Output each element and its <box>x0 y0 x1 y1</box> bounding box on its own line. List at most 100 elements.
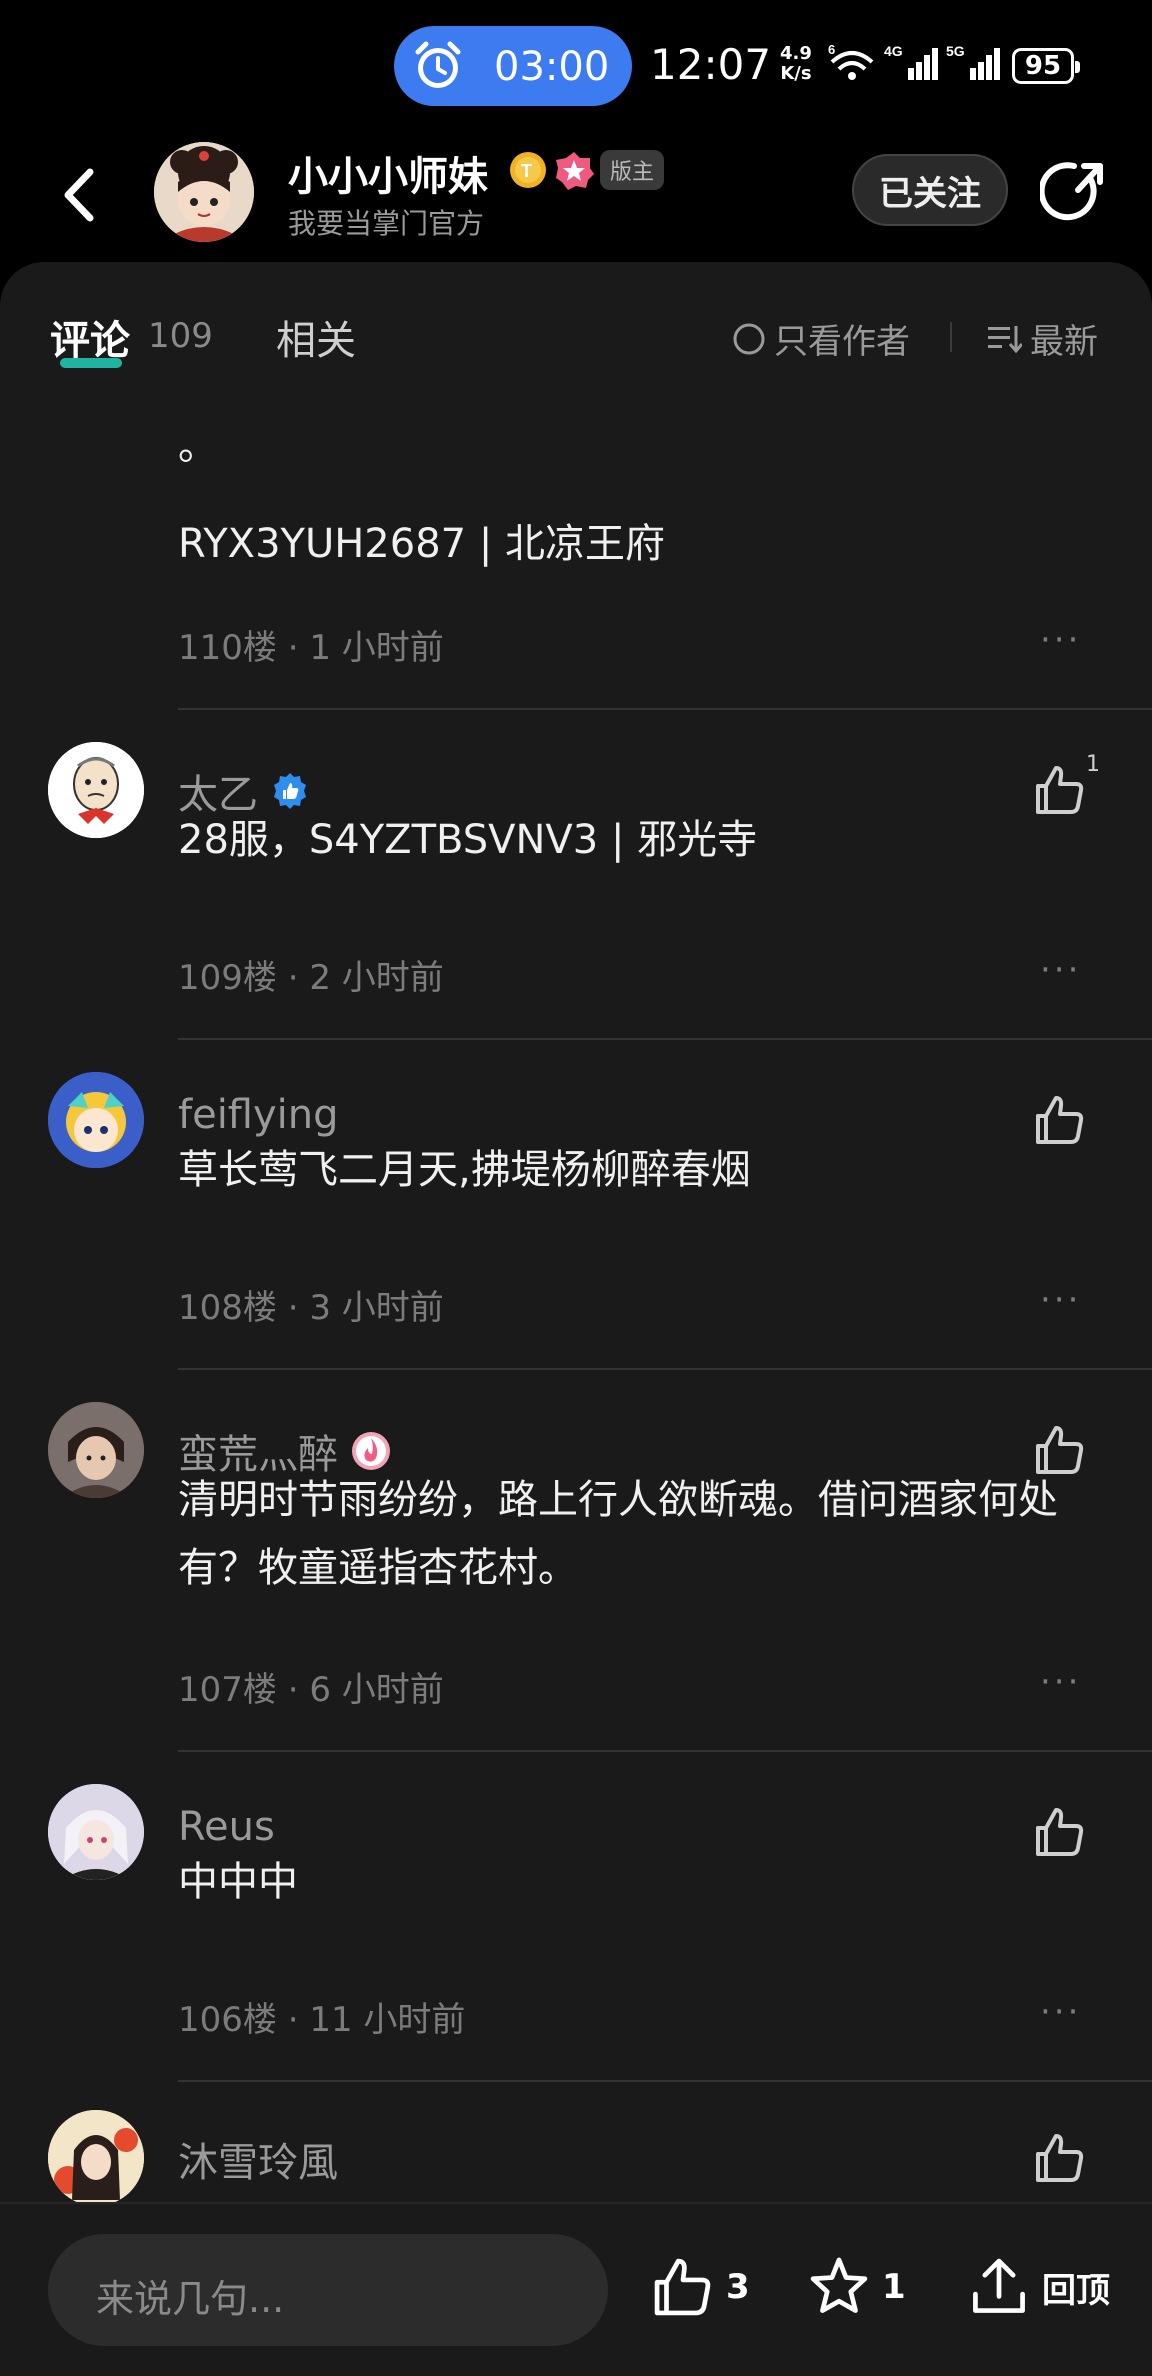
signal1-label: 4G <box>884 43 903 59</box>
net-speed-unit: K/s <box>780 63 812 84</box>
avatar[interactable] <box>48 1402 144 1498</box>
verified-icon <box>274 773 306 809</box>
signal-icon: 4G <box>884 43 938 80</box>
comment-input[interactable]: 来说几句... <box>48 2234 608 2346</box>
avatar-image <box>48 1402 144 1498</box>
comment-meta: 108楼 · 3 小时前 <box>178 1288 444 1328</box>
svg-text:T: T <box>521 161 532 181</box>
author-subtitle: 我要当掌门官方 <box>288 207 485 240</box>
comment-meta: 107楼 · 6 小时前 <box>178 1670 444 1710</box>
wifi-label: 6 <box>828 42 835 57</box>
moderator-badge: 版主 <box>600 150 665 190</box>
follow-button[interactable]: 已关注 <box>852 154 1008 226</box>
comment-floor: 110楼 <box>178 628 277 668</box>
comment-author-name[interactable]: feiflying <box>178 1092 339 1138</box>
back-to-top-button[interactable]: 回顶 <box>966 2254 1110 2320</box>
comment-time: 3 小时前 <box>309 1288 444 1328</box>
avatar-image <box>154 142 254 242</box>
more-icon[interactable]: ··· <box>1040 1662 1081 1702</box>
divider <box>178 708 1152 710</box>
author-avatar[interactable] <box>154 142 254 242</box>
comment-text: 清明时节雨纷纷，路上行人欲断魂。借问酒家何处 <box>178 1477 1058 1523</box>
comment-meta: 106楼 · 11 小时前 <box>178 2000 466 2040</box>
avatar-image <box>48 742 144 838</box>
avatar-image <box>48 2110 144 2206</box>
avatar[interactable] <box>48 1784 144 1880</box>
back-to-top-label: 回顶 <box>1042 2270 1110 2311</box>
comment-floor: 108楼 <box>178 1288 277 1328</box>
comment-text: 草长莺飞二月天,拂堤杨柳醉春烟 <box>178 1147 751 1193</box>
divider <box>178 1368 1152 1370</box>
clock: 12:07 <box>650 40 772 89</box>
favorite-button[interactable]: 1 <box>806 2254 906 2320</box>
avatar[interactable] <box>48 1072 144 1168</box>
comment-meta: 109楼 · 2 小时前 <box>178 958 444 998</box>
star-badge-icon <box>556 152 594 190</box>
comment-meta: 110楼 · 1 小时前 <box>178 628 444 668</box>
sort-button[interactable]: 最新 <box>986 314 1098 363</box>
like-count: 3 <box>726 2267 750 2307</box>
comment-floor: 106楼 <box>178 2000 277 2040</box>
like-button[interactable]: 3 <box>650 2254 750 2320</box>
back-icon[interactable] <box>52 160 108 230</box>
signal2-label: 5G <box>946 43 965 59</box>
comment-text: 有？牧童遥指杏花村。 <box>178 1545 578 1591</box>
comment-time: 6 小时前 <box>309 1670 444 1710</box>
comment-floor: 109楼 <box>178 958 277 998</box>
like-icon[interactable] <box>1032 2130 1088 2186</box>
alarm-icon <box>415 41 461 88</box>
avatar-image <box>48 1072 144 1168</box>
alarm-time: 03:00 <box>494 44 610 90</box>
avatar[interactable] <box>48 742 144 838</box>
comment-time: 1 小时前 <box>309 628 444 668</box>
favorite-count: 1 <box>882 2267 906 2307</box>
like-icon <box>654 2258 711 2316</box>
comment-text: 28服，S4YZTBSVNV3 | 邪光寺 <box>178 817 758 863</box>
comment-author-name[interactable]: 沐雪玲風 <box>178 2130 338 2188</box>
net-speed: 4.9 K/s <box>780 44 812 84</box>
radio-icon <box>733 323 765 354</box>
divider <box>178 2080 1152 2082</box>
level-badge-icon: T <box>510 152 546 188</box>
tab-active-indicator <box>60 358 122 368</box>
author-only-toggle[interactable]: 只看作者 <box>732 314 910 363</box>
status-bar: 03:00 12:07 4.9 K/s 6 4G 5G 95 <box>0 0 1152 130</box>
more-icon[interactable]: ··· <box>1040 950 1081 990</box>
comment-text: RYX3YUH2687 | 北凉王府 <box>178 521 666 567</box>
divider <box>178 1038 1152 1040</box>
tab-bar: 评论 109 相关 只看作者 最新 <box>0 262 1152 412</box>
signal-group: 6 4G 5G <box>826 42 1002 82</box>
author-name[interactable]: 小小小师妹 <box>288 144 488 202</box>
net-speed-value: 4.9 <box>780 43 812 64</box>
battery-indicator: 95 <box>1012 48 1080 84</box>
share-icon[interactable] <box>1040 158 1108 226</box>
sort-label: 最新 <box>1030 322 1098 362</box>
author-badges: T 版主 <box>508 150 665 190</box>
bottom-action-bar: 来说几句... 3 1 回顶 <box>0 2202 1152 2376</box>
alarm-pill[interactable]: 03:00 <box>394 26 632 106</box>
star-icon <box>810 2257 868 2313</box>
author-only-label: 只看作者 <box>774 322 910 362</box>
comments-panel: 评论 109 相关 只看作者 最新 。 RYX3YUH2687 | 北凉王府 1… <box>0 262 1152 2376</box>
comment-floor: 107楼 <box>178 1670 277 1710</box>
more-icon[interactable]: ··· <box>1040 620 1081 660</box>
sort-icon <box>988 325 1022 353</box>
avatar[interactable] <box>48 2110 144 2206</box>
comments-count: 109 <box>148 316 213 356</box>
comment-input-placeholder: 来说几句... <box>96 2277 285 2321</box>
comment-time: 2 小时前 <box>309 958 444 998</box>
comment-text: 。 <box>178 423 218 469</box>
post-header: 小小小师妹 T 版主 我要当掌门官方 已关注 <box>0 130 1152 260</box>
like-count: 1 <box>1086 752 1100 777</box>
comment-text: 中中中 <box>178 1859 298 1905</box>
tab-related[interactable]: 相关 <box>276 308 356 366</box>
upload-icon <box>973 2258 1025 2313</box>
comment-author-name[interactable]: Reus <box>178 1804 275 1850</box>
more-icon[interactable]: ··· <box>1040 1992 1081 2032</box>
avatar-image <box>48 1784 144 1880</box>
wifi-icon: 6 <box>828 42 874 80</box>
signal-icon: 5G <box>946 43 1000 80</box>
more-icon[interactable]: ··· <box>1040 1280 1081 1320</box>
divider <box>178 1750 1152 1752</box>
comment-time: 11 小时前 <box>309 2000 466 2040</box>
